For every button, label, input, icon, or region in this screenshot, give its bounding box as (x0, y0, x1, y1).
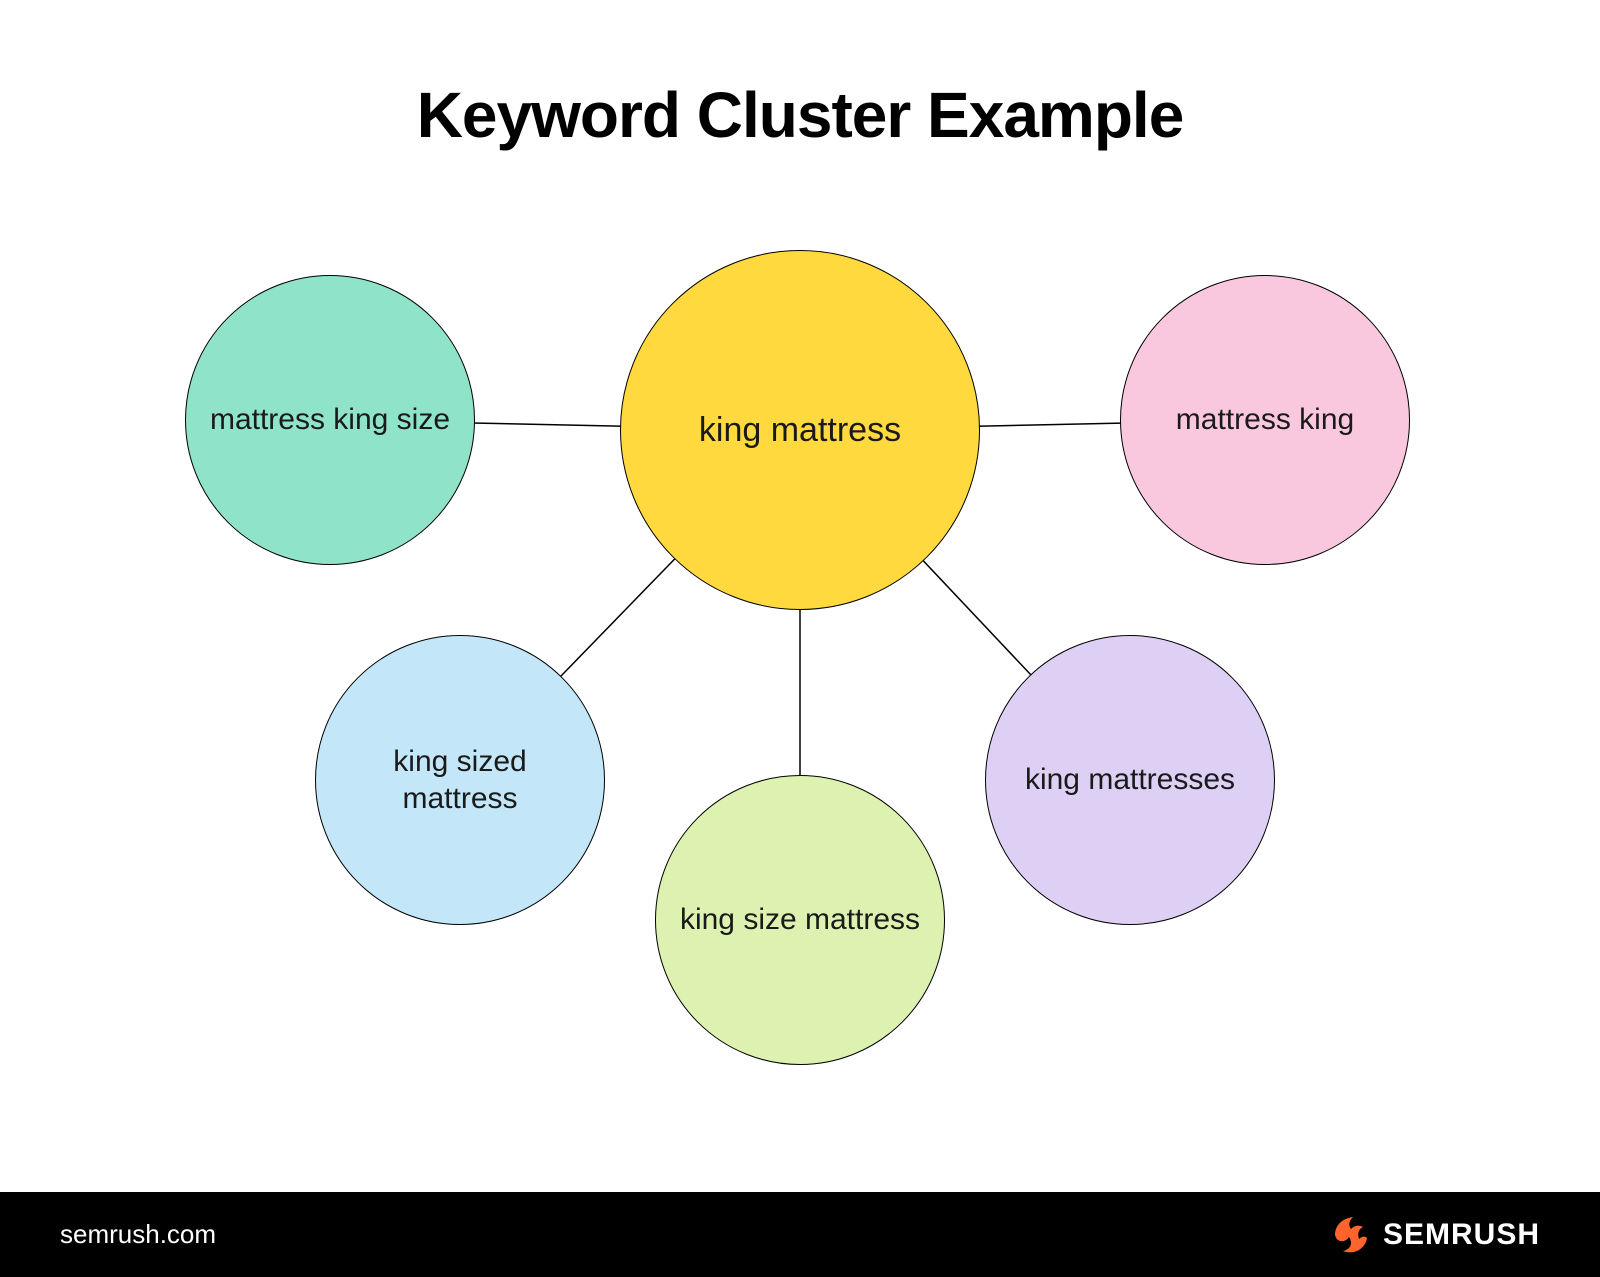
node-label: mattress king size (210, 401, 450, 439)
node-label: king sized mattress (336, 743, 584, 818)
spoke-node: king size mattress (655, 775, 945, 1065)
spoke-node: king sized mattress (315, 635, 605, 925)
semrush-flame-icon (1329, 1215, 1369, 1255)
node-label: king mattresses (1025, 761, 1235, 799)
page-title: Keyword Cluster Example (0, 78, 1600, 152)
node-label: king size mattress (680, 901, 920, 939)
footer-bar: semrush.com SEMRUSH (0, 1192, 1600, 1277)
spoke-node: mattress king (1120, 275, 1410, 565)
footer-brand-text: SEMRUSH (1383, 1218, 1540, 1252)
connector-lines (0, 0, 1600, 1277)
node-label: mattress king (1176, 401, 1354, 439)
footer-site: semrush.com (60, 1219, 216, 1250)
node-label: king mattress (699, 409, 901, 452)
footer-brand: SEMRUSH (1329, 1215, 1540, 1255)
spoke-node: mattress king size (185, 275, 475, 565)
center-node: king mattress (620, 250, 980, 610)
diagram-canvas: Keyword Cluster Example semrush.com SEMR… (0, 0, 1600, 1277)
spoke-node: king mattresses (985, 635, 1275, 925)
